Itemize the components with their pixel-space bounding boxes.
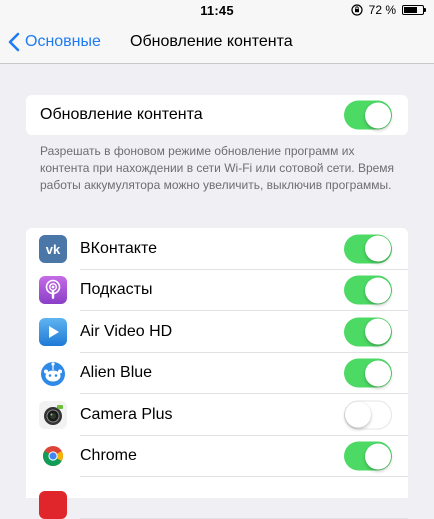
app-toggle-alien-blue[interactable] <box>344 358 392 388</box>
app-name: Air Video HD <box>80 322 173 340</box>
status-right: 72 % <box>351 3 426 17</box>
app-toggle-chrome[interactable] <box>344 441 392 471</box>
back-button[interactable]: Основные <box>8 20 101 63</box>
app-toggle-camera-plus[interactable] <box>344 400 392 430</box>
navigation-bar: Основные Обновление контента <box>0 20 434 64</box>
app-row-podcasts: Подкасты <box>26 270 408 312</box>
app-name: Chrome <box>80 447 137 465</box>
camera-plus-icon <box>39 400 67 429</box>
app-row-partial <box>26 477 408 519</box>
app-row-camera-plus: Camera Plus <box>26 394 408 436</box>
app-toggle-air-video-hd[interactable] <box>344 317 392 347</box>
back-button-label: Основные <box>25 32 101 50</box>
app-name: Подкасты <box>80 281 153 299</box>
chrome-icon <box>39 442 67 471</box>
app-row-air-video-hd: Air Video HD <box>26 311 408 353</box>
app-row-vkontakte: vk ВКонтакте <box>26 228 408 270</box>
air-video-icon <box>39 317 67 346</box>
podcasts-icon <box>39 276 67 305</box>
toggle-knob <box>364 318 391 345</box>
app-name: Alien Blue <box>80 364 153 382</box>
alien-blue-icon <box>39 359 67 388</box>
master-toggle-label: Обновление контента <box>40 106 203 123</box>
master-toggle-row: Обновление контента <box>26 95 408 135</box>
master-toggle-switch[interactable] <box>344 100 392 130</box>
toggle-knob <box>345 401 371 428</box>
toggle-knob <box>364 360 391 387</box>
battery-icon <box>402 5 426 15</box>
page-title: Обновление контента <box>130 32 293 50</box>
app-toggle-podcasts[interactable] <box>344 275 392 305</box>
toggle-knob <box>364 102 391 128</box>
battery-percent: 72 % <box>368 3 396 17</box>
app-row-alien-blue: Alien Blue <box>26 353 408 395</box>
toggle-knob <box>364 277 391 304</box>
battery-fill <box>404 7 417 13</box>
app-name: Camera Plus <box>80 405 173 423</box>
toggle-knob <box>364 443 391 470</box>
apps-list: vk ВКонтакте Подкасты Air Video HD Alien… <box>26 228 408 519</box>
app-name: ВКонтакте <box>80 239 157 257</box>
svg-text:vk: vk <box>46 242 61 256</box>
toggle-knob <box>364 235 391 262</box>
footer-note: Разрешать в фоновом режиме обновление пр… <box>40 144 395 192</box>
status-bar: 11:45 72 % <box>0 0 434 20</box>
vk-icon: vk <box>39 234 67 263</box>
chevron-left-icon <box>8 32 20 51</box>
rotation-lock-icon <box>351 4 363 16</box>
app-toggle-vkontakte[interactable] <box>344 234 392 264</box>
master-toggle-group: Обновление контента <box>26 95 408 135</box>
app-row-chrome: Chrome <box>26 436 408 478</box>
app-icon-partial <box>39 490 67 519</box>
